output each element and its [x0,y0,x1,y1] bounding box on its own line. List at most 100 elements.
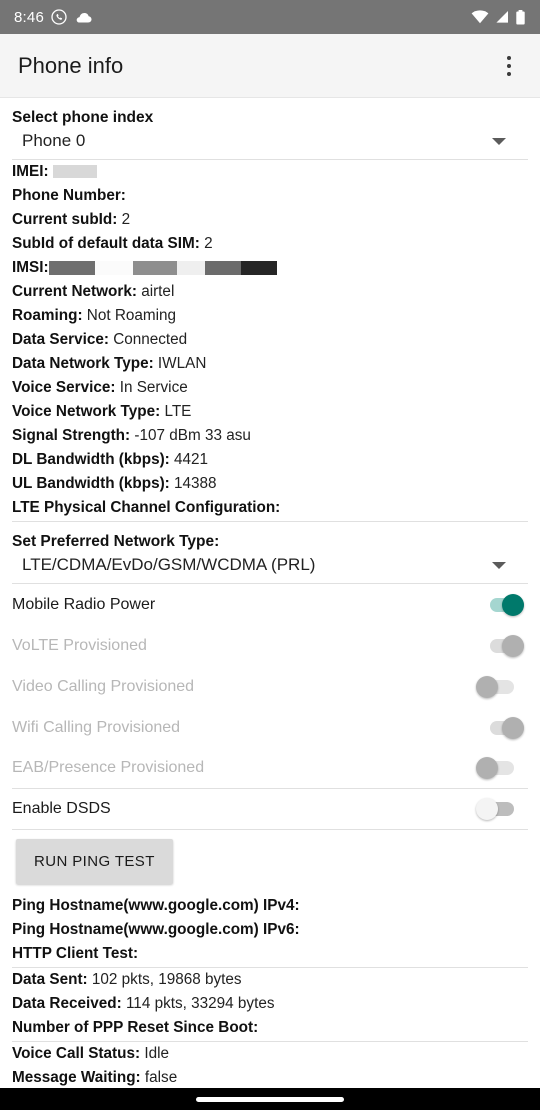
info-row-phone-number: Phone Number: [12,184,528,208]
status-bar: 8:46 [0,0,540,34]
wifi-calling-provisioned-switch[interactable] [476,715,524,741]
chevron-down-icon [492,138,506,145]
preferred-network-type-spinner[interactable]: LTE/CDMA/EvDo/GSM/WCDMA (PRL) [12,551,528,584]
test-row-ping-ipv4: Ping Hostname(www.google.com) IPv4: [12,894,528,918]
imsi-redaction-block [48,260,277,275]
phone-info-screen: 8:46 Phone info Select phone index Phone… [0,0,540,1110]
info-label: Current subId: [12,211,118,228]
info-row-default-data-sim-subid: SubId of default data SIM: 2 [12,232,528,256]
info-value: Connected [113,331,188,348]
page-title: Phone info [18,52,124,78]
toggle-label: Wifi Calling Provisioned [12,718,181,736]
info-label: UL Bandwidth (kbps): [12,475,170,492]
test-row-http-client-test: HTTP Client Test: [12,942,528,968]
switch-thumb [502,634,524,657]
preferred-network-type-value: LTE/CDMA/EvDo/GSM/WCDMA (PRL) [22,555,316,574]
info-label: Roaming: [12,307,83,324]
toggle-label: EAB/Presence Provisioned [12,759,205,776]
toggle-row-eab-presence-provisioned[interactable]: EAB/Presence Provisioned [12,748,528,789]
info-value: 14388 [174,475,217,492]
info-value: 114 pkts, 33294 bytes [125,995,275,1012]
run-ping-test-button[interactable]: RUN PING TEST [16,839,173,884]
info-label: Voice Network Type: [12,403,161,420]
info-label: Message Waiting: [12,1069,141,1086]
info-value: 102 pkts, 19868 bytes [91,971,242,988]
toggle-row-enable-dsds[interactable]: Enable DSDS [12,789,528,830]
info-row-lte-physical-channel-config: LTE Physical Channel Configuration: [12,496,528,522]
cellular-signal-icon [494,10,510,24]
select-phone-index-label: Select phone index [12,109,154,126]
info-label: Voice Call Status: [12,1045,141,1062]
gesture-home-pill[interactable] [196,1096,344,1102]
info-row-voice-network-type: Voice Network Type: LTE [12,400,528,424]
info-value: Idle [144,1045,169,1062]
info-label: IMEI: [12,163,49,180]
info-row-imei: IMEI: [12,160,528,184]
video-calling-provisioned-switch[interactable] [476,674,524,700]
info-label: HTTP Client Test: [12,945,139,962]
info-label: DL Bandwidth (kbps): [12,451,170,468]
toggle-label: Mobile Radio Power [12,595,156,613]
system-navigation-bar [0,1088,540,1110]
info-value: 4421 [174,451,209,468]
preferred-network-type-label: Set Preferred Network Type: [12,533,220,550]
eab-presence-provisioned-switch[interactable] [476,755,524,781]
info-label: LTE Physical Channel Configuration: [12,499,281,516]
info-label: Current Network: [12,283,137,300]
toggle-row-video-calling-provisioned[interactable]: Video Calling Provisioned [12,666,528,707]
switch-thumb [476,675,498,698]
overflow-menu-icon[interactable] [496,49,522,83]
info-label: Data Service: [12,331,109,348]
info-value: LTE [164,403,192,420]
info-label: Data Received: [12,995,122,1012]
imei-redaction-block [52,165,97,179]
switch-thumb [476,757,498,779]
ping-button-container: RUN PING TEST [12,830,528,894]
app-bar: Phone info [0,34,540,98]
test-row-data-received: Data Received: 114 pkts, 33294 bytes [12,992,528,1016]
info-value: airtel [141,283,175,300]
info-row-imsi: IMSI: [12,256,528,280]
info-value: -107 dBm 33 asu [134,427,251,444]
test-row-ping-ipv6: Ping Hostname(www.google.com) IPv6: [12,918,528,942]
battery-icon [515,9,526,25]
enable-dsds-switch[interactable] [476,796,524,822]
info-label: Voice Service: [12,379,116,396]
info-row-current-network: Current Network: airtel [12,280,528,304]
switch-thumb [476,798,498,820]
toggle-label: Video Calling Provisioned [12,677,195,695]
test-row-message-waiting: Message Waiting: false [12,1066,528,1090]
volte-provisioned-switch[interactable] [476,633,524,659]
mobile-radio-power-switch[interactable] [476,592,524,618]
info-row-signal-strength: Signal Strength: -107 dBm 33 asu [12,424,528,448]
switch-thumb [502,593,524,616]
info-row-roaming: Roaming: Not Roaming [12,304,528,328]
wifi-icon [471,10,489,24]
info-value: In Service [119,379,188,396]
toggle-label: VoLTE Provisioned [12,636,147,654]
toggle-label: Enable DSDS [12,800,111,817]
info-label: SubId of default data SIM: [12,235,200,252]
cloud-icon [74,10,93,24]
main-content: Select phone index Phone 0 IMEI: Phone N… [0,98,540,1110]
info-label: Data Network Type: [12,355,154,372]
info-row-data-service: Data Service: Connected [12,328,528,352]
info-row-data-network-type: Data Network Type: IWLAN [12,352,528,376]
toggle-row-volte-provisioned[interactable]: VoLTE Provisioned [12,625,528,666]
toggle-row-wifi-calling-provisioned[interactable]: Wifi Calling Provisioned [12,707,528,748]
whatsapp-icon [51,9,67,25]
info-value: Not Roaming [86,307,177,324]
info-label: Ping Hostname(www.google.com) IPv4: [12,897,300,914]
info-row-ul-bandwidth: UL Bandwidth (kbps): 14388 [12,472,528,496]
phone-index-spinner[interactable]: Phone 0 [12,127,528,160]
info-label: Ping Hostname(www.google.com) IPv6: [12,921,300,938]
test-row-data-sent: Data Sent: 102 pkts, 19868 bytes [12,968,528,992]
info-value: IWLAN [157,355,207,372]
status-bar-clock: 8:46 [14,8,44,26]
status-bar-right [471,9,526,25]
test-row-ppp-reset-count: Number of PPP Reset Since Boot: [12,1016,528,1042]
info-value: 2 [121,211,131,228]
toggle-row-mobile-radio-power[interactable]: Mobile Radio Power [12,584,528,625]
test-row-voice-call-status: Voice Call Status: Idle [12,1042,528,1066]
info-label: Signal Strength: [12,427,131,444]
